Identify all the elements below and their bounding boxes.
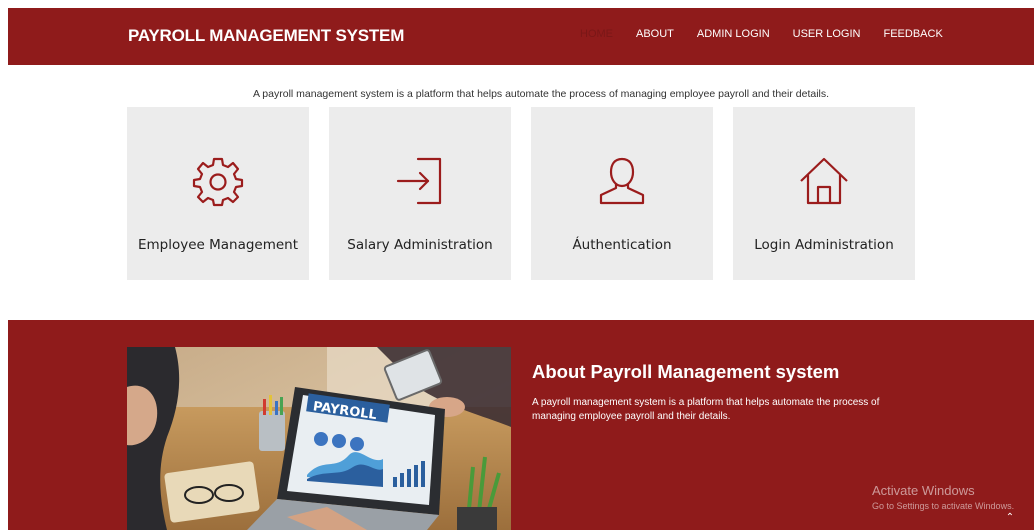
intro-text: A payroll management system is a platfor… (252, 88, 830, 100)
scroll-up-icon[interactable]: ⌃ (1004, 512, 1016, 524)
payroll-photo: PAYROLL (127, 347, 511, 530)
card-authentication[interactable]: Áuthentication (531, 107, 713, 280)
card-title: Employee Management (137, 237, 299, 253)
card-title: Login Administration (754, 237, 894, 253)
brand-title[interactable]: PAYROLL MANAGEMENT SYSTEM (128, 26, 404, 46)
feature-cards: Employee Management Salary Administratio… (127, 107, 935, 280)
nav-user-login[interactable]: USER LOGIN (793, 28, 861, 40)
card-salary-administration[interactable]: Salary Administration (329, 107, 511, 280)
nav-admin-login[interactable]: ADMIN LOGIN (697, 28, 770, 40)
card-title: Salary Administration (347, 237, 493, 253)
page: PAYROLL MANAGEMENT SYSTEM HOME ABOUT ADM… (8, 8, 1034, 530)
nav-about[interactable]: ABOUT (636, 28, 674, 40)
home-icon (800, 157, 848, 205)
card-employee-management[interactable]: Employee Management (127, 107, 309, 280)
card-title: Áuthentication (572, 237, 672, 253)
about-title: About Payroll Management system (532, 361, 840, 382)
main-nav: HOME ABOUT ADMIN LOGIN USER LOGIN FEEDBA… (580, 28, 966, 40)
activate-windows-watermark: Activate Windows Go to Settings to activ… (872, 483, 1014, 511)
user-icon (599, 157, 645, 205)
watermark-title: Activate Windows (872, 483, 975, 498)
nav-home[interactable]: HOME (580, 28, 613, 40)
card-login-administration[interactable]: Login Administration (733, 107, 915, 280)
watermark-subtitle: Go to Settings to activate Windows. (872, 501, 1015, 511)
gear-icon (192, 157, 244, 207)
login-icon (396, 157, 442, 205)
about-text: A payroll management system is a platfor… (532, 397, 880, 422)
nav-feedback[interactable]: FEEDBACK (884, 28, 943, 40)
navbar: PAYROLL MANAGEMENT SYSTEM HOME ABOUT ADM… (8, 8, 1034, 65)
